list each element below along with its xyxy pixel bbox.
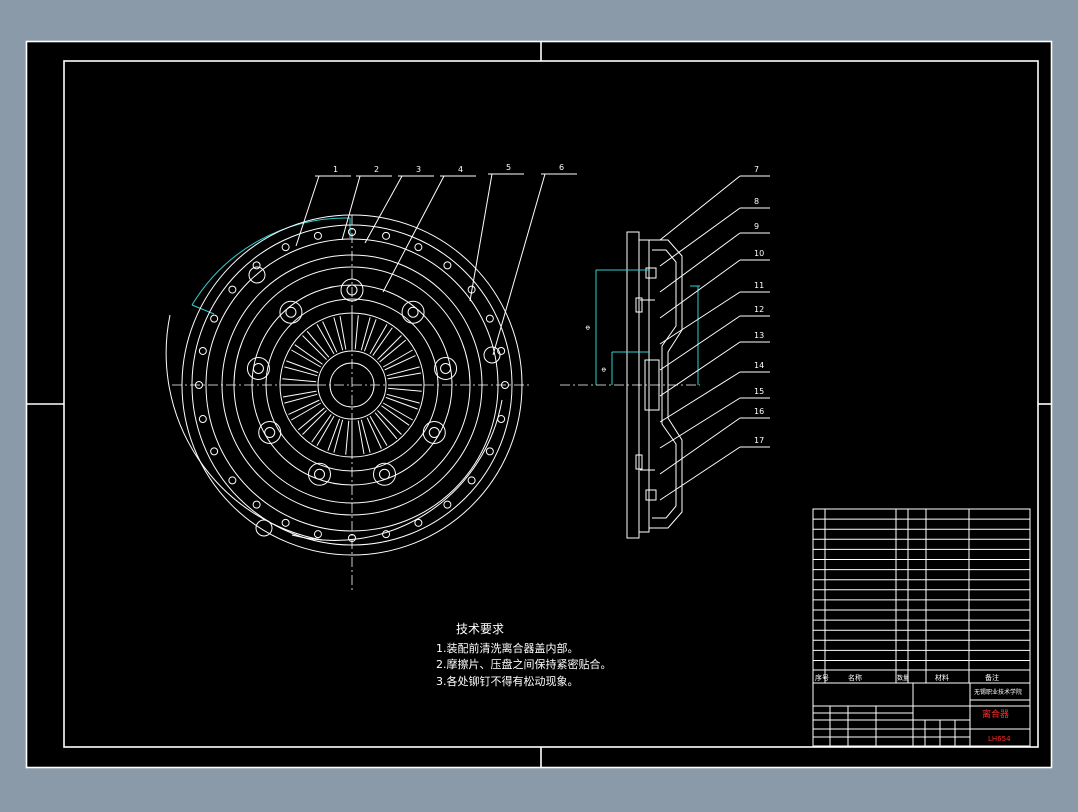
part-name: 离合器 (982, 708, 1009, 720)
balloon-8: 8 (754, 197, 759, 206)
balloon-15: 15 (754, 387, 764, 396)
balloon-2: 2 (374, 165, 379, 174)
notes-line-2: 2.摩擦片、压盘之间保持紧密贴合。 (436, 657, 612, 671)
school-name: 无锡职业技术学院 (974, 688, 1022, 696)
balloon-1: 1 (333, 165, 338, 174)
cad-drawing-viewport[interactable]: Φ Φ 1 2 3 4 5 6 7 8 9 10 11 12 13 14 15 16 17 技术要求 1.装配前… (0, 0, 1078, 808)
notes-title: 技术要求 (456, 622, 504, 636)
balloon-17: 17 (754, 436, 764, 445)
drawing-number: LH654 (988, 735, 1011, 743)
svg-text:Φ: Φ (601, 367, 608, 372)
balloon-3: 3 (416, 165, 421, 174)
balloon-6: 6 (559, 163, 564, 172)
balloon-10: 10 (754, 249, 764, 258)
balloon-12: 12 (754, 305, 764, 314)
balloon-11: 11 (754, 281, 764, 290)
balloon-4: 4 (458, 165, 463, 174)
balloon-9: 9 (754, 222, 759, 231)
balloon-5: 5 (506, 163, 511, 172)
balloon-14: 14 (754, 361, 764, 370)
header-remark: 备注 (985, 673, 999, 682)
header-qty: 数量 (897, 674, 909, 682)
balloon-7: 7 (754, 165, 759, 174)
drawing-sheet: Φ Φ 1 2 3 4 5 6 7891011121314151617 技术要求 1.装配前… (25, 40, 1053, 769)
svg-text:Φ: Φ (585, 325, 592, 330)
balloon-13: 13 (754, 331, 764, 340)
header-no: 序号 (815, 673, 829, 682)
header-material: 材料 (935, 673, 949, 682)
header-name: 名称 (848, 673, 862, 682)
notes-line-1: 1.装配前清洗离合器盖内部。 (436, 641, 579, 655)
notes-line-3: 3.各处铆钉不得有松动现象。 (436, 674, 579, 688)
balloon-16: 16 (754, 407, 764, 416)
